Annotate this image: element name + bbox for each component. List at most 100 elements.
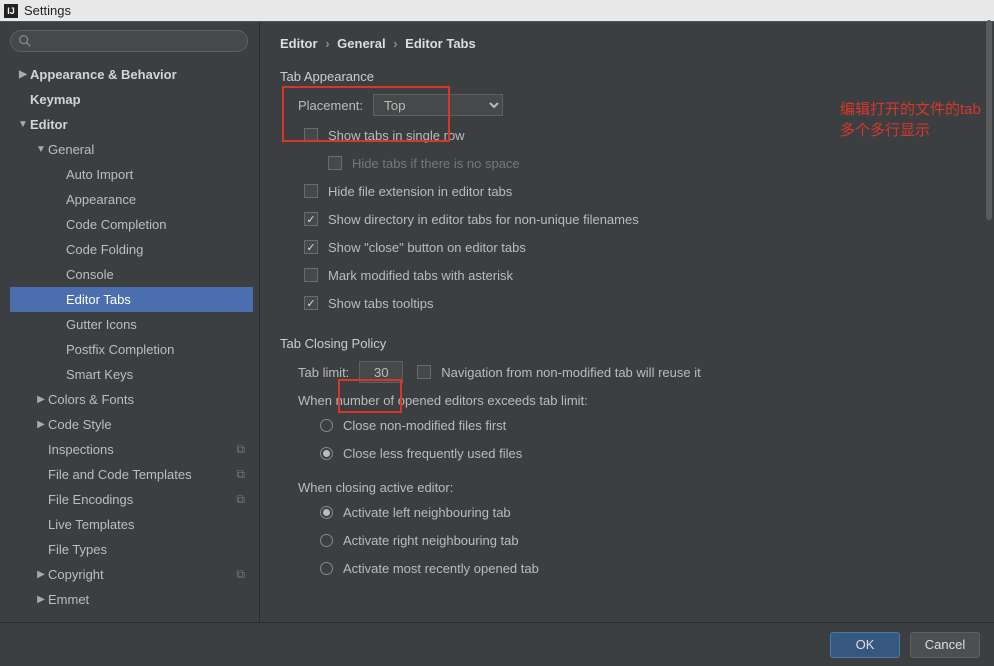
sidebar-item-label: Colors & Fonts: [48, 392, 134, 407]
radio-icon: [320, 562, 333, 575]
sidebar-item-copyright[interactable]: ▶Copyright ⧉: [10, 562, 253, 587]
placement-select[interactable]: Top: [373, 94, 503, 116]
search-icon: [18, 34, 32, 48]
sidebar-item-label: Inspections: [48, 442, 114, 457]
scrollbar[interactable]: [986, 20, 992, 618]
sidebar-item-editor-tabs[interactable]: ▶Editor Tabs: [10, 287, 253, 312]
sidebar-item-live-templates[interactable]: ▶Live Templates: [10, 512, 253, 537]
sidebar-item-smart-keys[interactable]: ▶Smart Keys: [10, 362, 253, 387]
cb-tooltips[interactable]: Show tabs tooltips: [304, 292, 974, 314]
sidebar-item-label: File and Code Templates: [48, 467, 192, 482]
copy-icon: ⧉: [236, 567, 245, 582]
r-activate-left[interactable]: Activate left neighbouring tab: [320, 501, 974, 523]
sidebar-item-appearance[interactable]: ▶Appearance: [10, 187, 253, 212]
sidebar-item-label: Live Templates: [48, 517, 134, 532]
main-area: ▶Appearance & Behavior▶Keymap▼Editor▼Gen…: [0, 22, 994, 622]
copy-icon: ⧉: [236, 467, 245, 482]
chevron-right-icon: ▶: [34, 569, 48, 580]
sidebar-item-label: Code Completion: [66, 217, 166, 232]
tab-limit-label: Tab limit:: [298, 365, 349, 380]
sidebar-item-label: Code Style: [48, 417, 112, 432]
annotation-text: 编辑打开的文件的tab多个多行显示: [840, 98, 994, 140]
sidebar-item-label: Smart Keys: [66, 367, 133, 382]
checkbox-icon[interactable]: [417, 365, 431, 379]
sidebar-item-label: Console: [66, 267, 114, 282]
content-panel: Editor › General › Editor Tabs Tab Appea…: [260, 22, 994, 622]
window-title: Settings: [24, 3, 71, 18]
sidebar-item-label: Emmet: [48, 592, 89, 607]
checkbox-icon: [304, 296, 318, 310]
chevron-down-icon: ▼: [34, 144, 48, 155]
cb-hide-no-space[interactable]: Hide tabs if there is no space: [328, 152, 974, 174]
sidebar-item-label: Keymap: [30, 92, 81, 107]
dialog-footer: OK Cancel: [0, 622, 994, 666]
cb-mark-modified[interactable]: Mark modified tabs with asterisk: [304, 264, 974, 286]
checkbox-icon: [328, 156, 342, 170]
chevron-right-icon: ›: [393, 36, 397, 51]
sidebar-item-label: Auto Import: [66, 167, 133, 182]
radio-icon: [320, 419, 333, 432]
sidebar-item-code-completion[interactable]: ▶Code Completion: [10, 212, 253, 237]
titlebar: IJ Settings: [0, 0, 994, 22]
sidebar-item-code-folding[interactable]: ▶Code Folding: [10, 237, 253, 262]
breadcrumb: Editor › General › Editor Tabs: [280, 36, 974, 51]
sidebar-item-auto-import[interactable]: ▶Auto Import: [10, 162, 253, 187]
checkbox-icon: [304, 184, 318, 198]
sidebar-item-emmet[interactable]: ▶Emmet: [10, 587, 253, 612]
checkbox-icon: [304, 128, 318, 142]
sidebar-item-gutter-icons[interactable]: ▶Gutter Icons: [10, 312, 253, 337]
app-logo-icon: IJ: [4, 4, 18, 18]
r-activate-right[interactable]: Activate right neighbouring tab: [320, 529, 974, 551]
sidebar-item-general[interactable]: ▼General: [10, 137, 253, 162]
sidebar-item-appearance-behavior[interactable]: ▶Appearance & Behavior: [10, 62, 253, 87]
sidebar-item-file-encodings[interactable]: ▶File Encodings⧉: [10, 487, 253, 512]
ok-button[interactable]: OK: [830, 632, 900, 658]
cancel-button[interactable]: Cancel: [910, 632, 980, 658]
cb-nav-reuse-label: Navigation from non-modified tab will re…: [441, 365, 700, 380]
sidebar-item-inspections[interactable]: ▶Inspections⧉: [10, 437, 253, 462]
radio-icon: [320, 506, 333, 519]
sidebar-item-label: Appearance: [66, 192, 136, 207]
search-input[interactable]: [10, 30, 248, 52]
sidebar-item-console[interactable]: ▶Console: [10, 262, 253, 287]
breadcrumb-editor-tabs[interactable]: Editor Tabs: [405, 36, 476, 51]
chevron-right-icon: ▶: [34, 594, 48, 605]
sidebar-item-label: Copyright: [48, 567, 104, 582]
breadcrumb-editor[interactable]: Editor: [280, 36, 318, 51]
sidebar-item-label: General: [48, 142, 94, 157]
r-close-nonmod[interactable]: Close non-modified files first: [320, 414, 974, 436]
closing-label: When closing active editor:: [298, 480, 974, 495]
breadcrumb-general[interactable]: General: [337, 36, 385, 51]
checkbox-icon: [304, 240, 318, 254]
radio-icon: [320, 534, 333, 547]
sidebar-item-file-and-code-templates[interactable]: ▶File and Code Templates⧉: [10, 462, 253, 487]
placement-label: Placement:: [298, 98, 363, 113]
chevron-right-icon: ▶: [34, 419, 48, 430]
sidebar-item-label: Editor: [30, 117, 68, 132]
scrollbar-thumb[interactable]: [986, 20, 992, 220]
sidebar-item-keymap[interactable]: ▶Keymap: [10, 87, 253, 112]
sidebar-item-label: Editor Tabs: [66, 292, 131, 307]
search-wrap: [10, 30, 253, 52]
sidebar-item-editor[interactable]: ▼Editor: [10, 112, 253, 137]
section-tab-closing: Tab Closing Policy: [280, 336, 974, 351]
sidebar-item-label: Appearance & Behavior: [30, 67, 177, 82]
cb-show-dir[interactable]: Show directory in editor tabs for non-un…: [304, 208, 974, 230]
chevron-right-icon: ›: [325, 36, 329, 51]
sidebar-item-label: Code Folding: [66, 242, 143, 257]
r-close-lru[interactable]: Close less frequently used files: [320, 442, 974, 464]
sidebar-item-file-types[interactable]: ▶File Types: [10, 537, 253, 562]
cb-show-close[interactable]: Show "close" button on editor tabs: [304, 236, 974, 258]
sidebar-item-postfix-completion[interactable]: ▶Postfix Completion: [10, 337, 253, 362]
r-activate-mru[interactable]: Activate most recently opened tab: [320, 557, 974, 579]
radio-icon: [320, 447, 333, 460]
settings-tree: ▶Appearance & Behavior▶Keymap▼Editor▼Gen…: [10, 62, 253, 612]
tab-limit-input[interactable]: [359, 361, 403, 383]
copy-icon: ⧉: [236, 492, 245, 507]
chevron-down-icon: ▼: [16, 119, 30, 130]
sidebar-item-label: File Types: [48, 542, 107, 557]
cb-hide-ext[interactable]: Hide file extension in editor tabs: [304, 180, 974, 202]
sidebar-item-colors-fonts[interactable]: ▶Colors & Fonts: [10, 387, 253, 412]
sidebar-item-code-style[interactable]: ▶Code Style: [10, 412, 253, 437]
sidebar-item-label: Postfix Completion: [66, 342, 174, 357]
